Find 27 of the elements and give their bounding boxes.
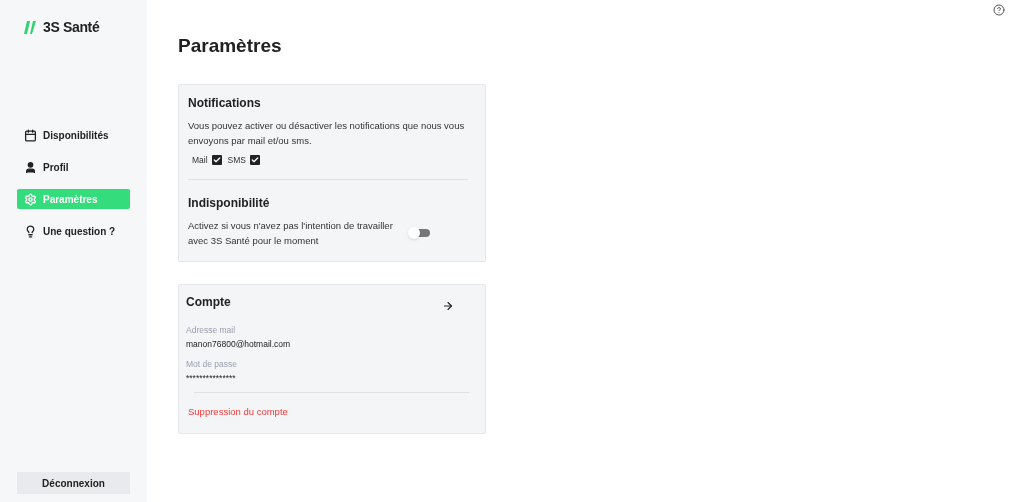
logout-button[interactable]: Déconnexion [17,472,130,494]
checkbox[interactable] [250,155,260,166]
nav-item[interactable]: Une question ? [17,221,130,241]
section-title: Compte [186,293,231,311]
field-label: Mot de passe [186,357,239,370]
brand-name: 3S Santé [43,18,100,37]
section-description: Activez si vous n'avez pas l'intention de travailler avec 3S Santé pour le moment [188,218,394,248]
field-value: *************** [186,371,237,384]
delete-account-link[interactable]: Suppression du compte [188,404,478,419]
field-value: manon76800@hotmail.com [186,337,292,350]
toggle-switch[interactable] [410,228,430,237]
field-label: Adresse mail [186,323,237,336]
calendar-icon [24,128,37,142]
help-icon[interactable] [993,4,1005,16]
checkbox[interactable] [211,155,222,166]
lightbulb-icon [24,224,37,238]
user-icon [24,160,37,174]
settings-icon [24,192,37,206]
section-description: Vous pouvez activer ou désactiver les notifications que nous vous envoyons par mail et/ou sms. [188,119,466,148]
checkbox-label: Mail [192,154,208,167]
arrow-right-icon[interactable] [442,299,454,312]
section-title: Indisponibilité [188,194,271,212]
page-title: Paramètres [178,34,283,58]
nav-item[interactable]: Profil [17,157,130,177]
nav-item[interactable]: Disponibilités [17,125,130,145]
section-title: Notifications [188,95,262,112]
checkbox-label: SMS [227,154,246,167]
